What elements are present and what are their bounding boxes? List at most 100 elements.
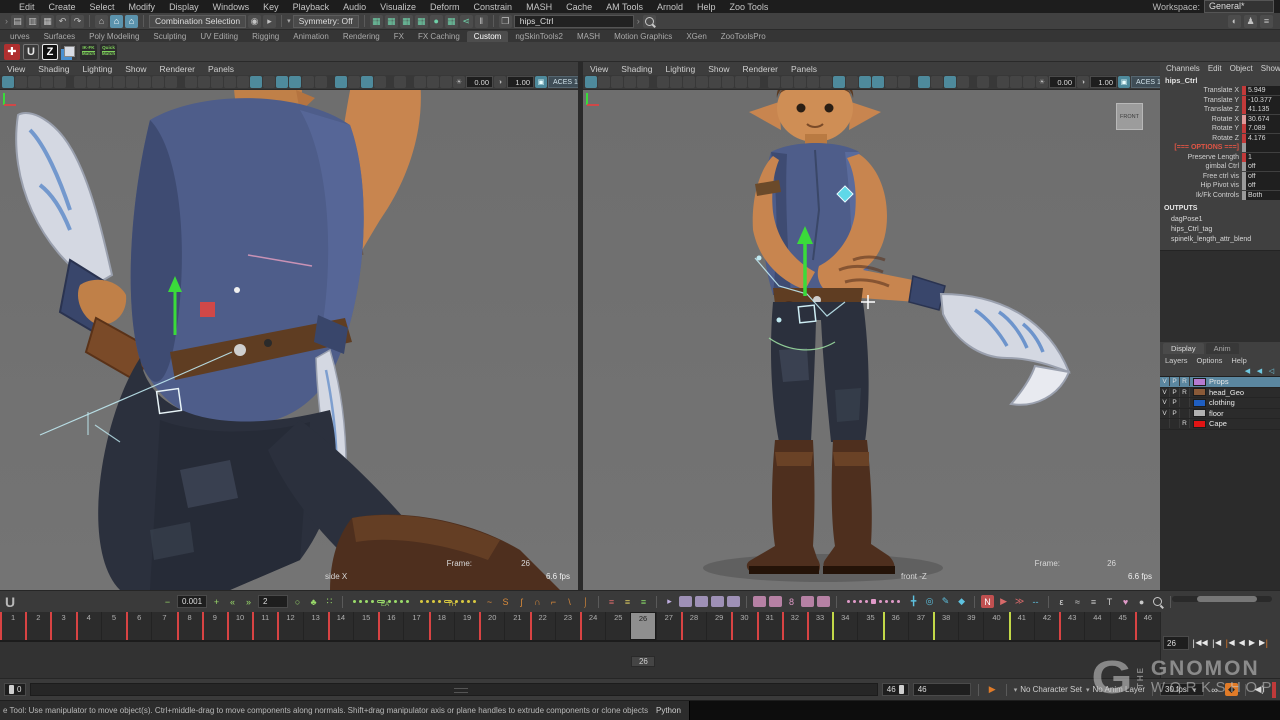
textured-icon[interactable] [794, 76, 806, 88]
timeline-frame-22[interactable]: 22 [530, 612, 555, 640]
u-shelf-icon[interactable]: U [23, 44, 39, 60]
timeline-frame-45[interactable]: 45 [1110, 612, 1135, 640]
layer-r-toggle[interactable] [1180, 398, 1190, 407]
play-forwards-button[interactable]: ▶ [1249, 639, 1255, 647]
layer-color-swatch[interactable] [1193, 388, 1206, 396]
ikfk-match-button[interactable]: IK-FKMatch [80, 44, 97, 60]
th-key-strip[interactable]: TH [420, 600, 476, 603]
menu-display[interactable]: Display [162, 2, 206, 12]
bookmarks-icon[interactable] [624, 76, 636, 88]
channel-attribute-row[interactable]: Free ctrl visoff [1160, 172, 1280, 182]
group-collapse-arrow-2[interactable]: › [636, 16, 641, 26]
channel-attribute-row[interactable]: Hip Pivot visoff [1160, 181, 1280, 191]
next-view-icon[interactable] [670, 76, 682, 88]
timeline-frame-7[interactable]: 7 [151, 612, 176, 640]
cursor-tool-icon[interactable]: ▸ [663, 595, 676, 608]
snap-grid-icon[interactable] [997, 76, 1009, 88]
xray-icon[interactable] [315, 76, 327, 88]
rotate-tool-icon[interactable]: ◎ [923, 595, 936, 608]
timeline-frame-25[interactable]: 25 [605, 612, 630, 640]
timeline-frame-44[interactable]: 44 [1084, 612, 1109, 640]
channel-attribute-row[interactable]: Translate Z41.135 [1160, 105, 1280, 115]
timeline-frame-15[interactable]: 15 [353, 612, 378, 640]
attribute-value[interactable]: 5.949 [1242, 86, 1280, 95]
bookmarks-icon[interactable] [41, 76, 53, 88]
menu-constrain[interactable]: Constrain [467, 2, 520, 12]
ipr-render-icon[interactable]: ▦ [385, 15, 398, 28]
ea-key-strip[interactable]: EA [353, 600, 409, 603]
playback-end-field[interactable]: 46 [882, 683, 909, 696]
tangent-step-icon[interactable]: ⌐ [547, 595, 560, 608]
launch-render-icon[interactable]: ▦ [445, 15, 458, 28]
timeline-frame-10[interactable]: 10 [227, 612, 252, 640]
flag-icon[interactable]: ▶ [997, 595, 1010, 608]
layer-r-toggle[interactable] [1180, 409, 1190, 418]
dope-sheet-icon[interactable]: ≡ [1087, 595, 1100, 608]
layer-menu-layers[interactable]: Layers [1165, 356, 1188, 365]
attribute-value[interactable]: 4.176 [1242, 134, 1280, 143]
select-hierarchy-icon[interactable]: ⌂ [95, 15, 108, 28]
layer-p-toggle[interactable]: P [1170, 388, 1180, 397]
camera-bookmark-badge[interactable]: FRONT [1116, 103, 1143, 130]
vp-menu-shading[interactable]: Shading [38, 64, 69, 74]
favorites-icon[interactable]: ♥ [1119, 595, 1132, 608]
attribute-value[interactable]: 7.089 [1242, 124, 1280, 133]
timeline-playhead[interactable]: 26 [630, 612, 655, 640]
layer-r-toggle[interactable]: R [1180, 419, 1190, 428]
walk-cycle-icon[interactable] [711, 596, 724, 607]
move-layer-down-icon[interactable]: ◀ [1255, 367, 1264, 375]
xray-active-icon[interactable] [944, 76, 956, 88]
pose-icon[interactable] [727, 596, 740, 607]
shelf-tab-uv-editing[interactable]: UV Editing [193, 31, 245, 42]
output-node[interactable]: hips_Ctrl_tag [1160, 226, 1280, 236]
timeline-frame-14[interactable]: 14 [328, 612, 353, 640]
channel-attribute-row[interactable]: Rotate Y7.089 [1160, 124, 1280, 134]
channel-box-menu-edit[interactable]: Edit [1208, 64, 1222, 73]
animation-end-field[interactable]: 46 [913, 683, 971, 696]
lock-icon[interactable]: ◉ [248, 15, 261, 28]
output-node[interactable]: spineIk_length_attr_blend [1160, 236, 1280, 246]
ball-icon[interactable]: ● [1135, 595, 1148, 608]
workspace-dropdown[interactable]: General* [1204, 0, 1274, 13]
gamma-field[interactable]: 1.00 [1090, 76, 1117, 88]
attribute-value[interactable]: off [1242, 162, 1280, 171]
shaded-icon[interactable] [198, 76, 210, 88]
layers-shelf-icon[interactable] [61, 44, 77, 60]
shelf-tab-fx[interactable]: FX [387, 31, 411, 42]
previous-view-icon[interactable] [657, 76, 669, 88]
menu-arnold[interactable]: Arnold [650, 2, 690, 12]
field-chart-icon[interactable] [139, 76, 151, 88]
z-shelf-icon[interactable]: Z [42, 44, 58, 60]
tangent-linear-icon[interactable]: \ [563, 595, 576, 608]
xray-joints-icon[interactable] [931, 76, 943, 88]
menu-help[interactable]: Help [690, 2, 723, 12]
layer-row-cape[interactable]: RCape [1160, 419, 1280, 430]
attribute-editor-icon[interactable]: ≡ [1260, 15, 1273, 28]
vp-menu-panels[interactable]: Panels [791, 64, 817, 74]
camera-attributes-icon[interactable] [28, 76, 40, 88]
menu-modify[interactable]: Modify [122, 2, 163, 12]
highlight-selection-icon[interactable]: ▸ [263, 15, 276, 28]
viewport-left[interactable]: ViewShadingLightingShowRendererPanels ☀0… [0, 62, 578, 590]
channel-attribute-row[interactable]: Ik/Fk ControlsBoth [1160, 191, 1280, 201]
timeline-frame-3[interactable]: 3 [50, 612, 75, 640]
grease-pencil-icon[interactable] [394, 76, 406, 88]
grid-dots-icon[interactable]: ∷ [323, 595, 336, 608]
layer-p-toggle[interactable] [1170, 419, 1180, 428]
viewport-right[interactable]: ViewShadingLightingShowRendererPanels ☀0… [583, 62, 1160, 590]
shelf-tab-animation[interactable]: Animation [286, 31, 336, 42]
pen-icon[interactable]: ✎ [939, 595, 952, 608]
timeline-frame-31[interactable]: 31 [757, 612, 782, 640]
timeline-frame-6[interactable]: 6 [126, 612, 151, 640]
frame-count-field[interactable]: 2 [258, 595, 288, 608]
timeline-frame-9[interactable]: 9 [202, 612, 227, 640]
timeline-frame-35[interactable]: 35 [857, 612, 882, 640]
gamma-field[interactable]: 1.00 [507, 76, 534, 88]
shadows-icon[interactable] [820, 76, 832, 88]
layer-v-toggle[interactable] [1160, 419, 1170, 428]
vp-menu-lighting[interactable]: Lighting [82, 64, 112, 74]
menu-visualize[interactable]: Visualize [373, 2, 423, 12]
undo-icon[interactable]: ↶ [56, 15, 69, 28]
timeline-frame-36[interactable]: 36 [883, 612, 908, 640]
hidden-line-icon[interactable] [374, 76, 386, 88]
